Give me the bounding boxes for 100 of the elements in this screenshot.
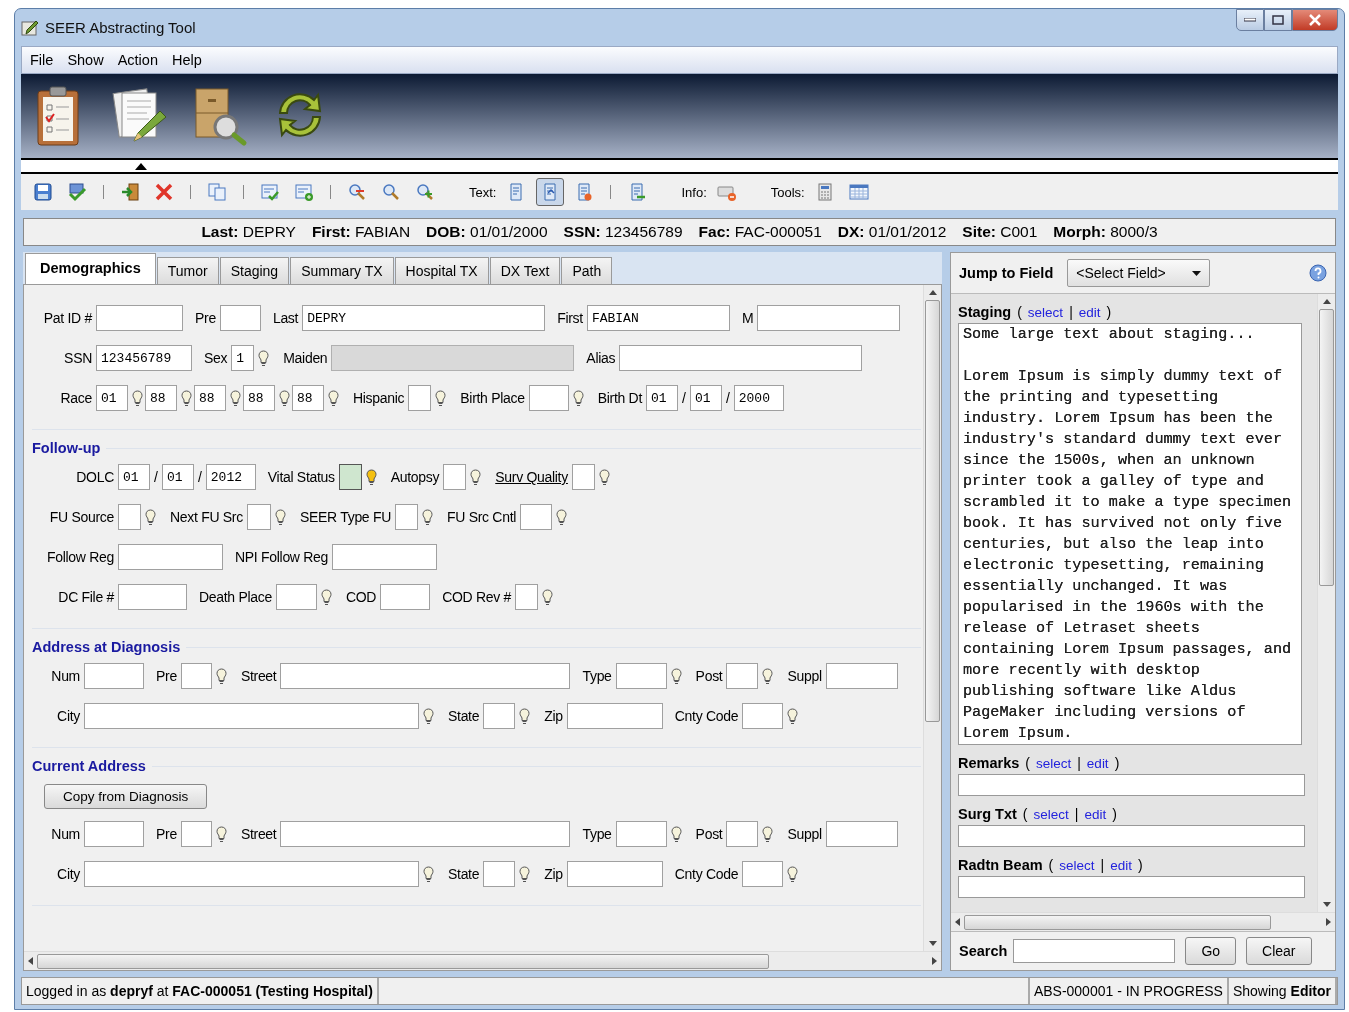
input-field[interactable]: FABIAN [586,305,730,331]
scroll-left-icon[interactable] [955,918,960,926]
lightbulb-icon[interactable] [762,825,774,843]
lightbulb-icon[interactable] [572,389,584,407]
input-field[interactable] [84,703,419,729]
input-field[interactable]: 01 [118,464,150,490]
input-field[interactable]: 88 [292,385,324,411]
search-field[interactable] [1013,939,1176,963]
input-field[interactable] [332,544,438,570]
refresh-icon[interactable] [279,93,321,137]
input-field[interactable] [118,504,141,530]
lightbulb-icon[interactable] [145,508,156,526]
input-field[interactable] [408,385,432,411]
lightbulb-icon[interactable] [132,389,143,407]
minimize-button[interactable] [1236,9,1264,31]
input-field[interactable]: 88 [194,385,226,411]
input-field[interactable] [757,305,901,331]
scroll-down-icon[interactable] [928,941,937,946]
tab[interactable]: Path [561,257,613,284]
tab[interactable]: Tumor [156,257,219,284]
document-icon[interactable] [536,178,565,206]
input-field[interactable] [84,821,144,847]
input-field[interactable] [84,861,419,887]
lightbulb-icon[interactable] [320,588,332,606]
tab[interactable]: Hospital TX [394,257,489,284]
lightbulb-icon[interactable] [279,389,290,407]
input-field[interactable] [338,464,362,490]
lightbulb-icon[interactable] [215,825,227,843]
lightbulb-icon[interactable] [258,349,270,367]
input-field[interactable] [275,584,317,610]
input-field[interactable] [742,703,784,729]
input-field[interactable] [726,821,759,847]
edit-link[interactable]: edit [1078,304,1101,320]
text-field[interactable] [958,876,1305,898]
input-field[interactable]: 01 [96,385,128,411]
input-field[interactable] [566,703,663,729]
input-field[interactable] [615,821,667,847]
menu-item[interactable]: Action [111,50,164,70]
tab[interactable]: Demographics [25,253,156,284]
input-field[interactable] [619,345,863,371]
tab[interactable]: Summary TX [290,257,394,284]
input-field[interactable]: 88 [243,385,275,411]
lightbulb-icon[interactable] [542,588,554,606]
scroll-right-icon[interactable] [932,957,937,965]
input-field[interactable] [118,584,187,610]
lightbulb-icon[interactable] [328,389,339,407]
input-field[interactable] [520,504,553,530]
lightbulb-icon[interactable] [215,667,227,685]
close-button[interactable] [1292,9,1338,31]
scrollbar-thumb[interactable] [964,914,1271,930]
edit-link[interactable]: edit [1110,857,1132,873]
lightbulb-icon[interactable] [470,468,482,486]
tab[interactable]: Staging [219,257,290,284]
document-pen-icon[interactable] [112,88,167,142]
menu-item[interactable]: File [24,50,60,70]
copy-button[interactable]: Copy from Diagnosis [44,784,208,809]
input-field[interactable] [483,861,516,887]
input-field[interactable] [566,861,663,887]
text-field[interactable] [958,825,1305,847]
lightbulb-icon[interactable] [519,865,531,883]
scrollbar-thumb[interactable] [37,953,769,969]
input-field[interactable] [726,663,759,689]
input-field[interactable]: 01 [646,385,678,411]
input-field[interactable] [380,584,431,610]
input-field[interactable] [443,464,467,490]
input-field[interactable] [571,464,595,490]
field-link[interactable]: Surv Quality [495,469,568,485]
input-field[interactable] [528,385,569,411]
clipboard-icon[interactable] [37,86,79,146]
lightbulb-icon[interactable] [365,468,377,486]
input-field[interactable] [825,663,898,689]
select-link[interactable]: select [1035,755,1072,771]
text-area[interactable]: Some large text about staging... Lorem Ipsum is simply dummy text of the printing and typesetting industry. Lorem Ipsum has been the industry's standard dummy text ever since the 1500s, when an unknown printer took a galley of type and scrambled it to make a type specimen book. It has survived not only five centuries, but also the leap into electronic typesetting, remaining essentially unchanged. It was popularised in the 1960s with the release of Letraset sheets containing Lorem Ipsum passages, and more recently with desktop publishing software like Aldus PageMaker including versions of Lorem Ipsum. [958,323,1302,745]
input-field[interactable] [280,821,571,847]
scroll-left-icon[interactable] [28,957,33,965]
go-button[interactable]: Go [1185,937,1237,965]
input-field[interactable]: DEPRY [302,305,546,331]
select-link[interactable]: select [1033,806,1069,822]
lightbulb-icon[interactable] [670,825,682,843]
select-link[interactable]: select [1027,304,1064,320]
text-field[interactable] [958,774,1305,796]
lightbulb-icon[interactable] [230,389,241,407]
input-field[interactable]: 88 [145,385,177,411]
input-field[interactable] [246,504,271,530]
lightbulb-icon[interactable] [274,508,286,526]
input-field[interactable] [219,305,261,331]
input-field[interactable] [483,703,516,729]
select-link[interactable]: select [1059,857,1095,873]
scroll-right-icon[interactable] [1326,918,1331,926]
maximize-button[interactable] [1264,9,1292,31]
input-field[interactable] [84,663,144,689]
lightbulb-icon[interactable] [670,667,682,685]
input-field[interactable] [825,821,898,847]
tab[interactable]: DX Text [489,257,561,284]
scrollbar-thumb[interactable] [1319,309,1334,586]
input-field[interactable]: 2012 [205,464,256,490]
menu-item[interactable]: Help [165,50,208,70]
lightbulb-icon[interactable] [787,707,799,725]
input-field[interactable] [395,504,418,530]
input-field[interactable] [180,821,212,847]
